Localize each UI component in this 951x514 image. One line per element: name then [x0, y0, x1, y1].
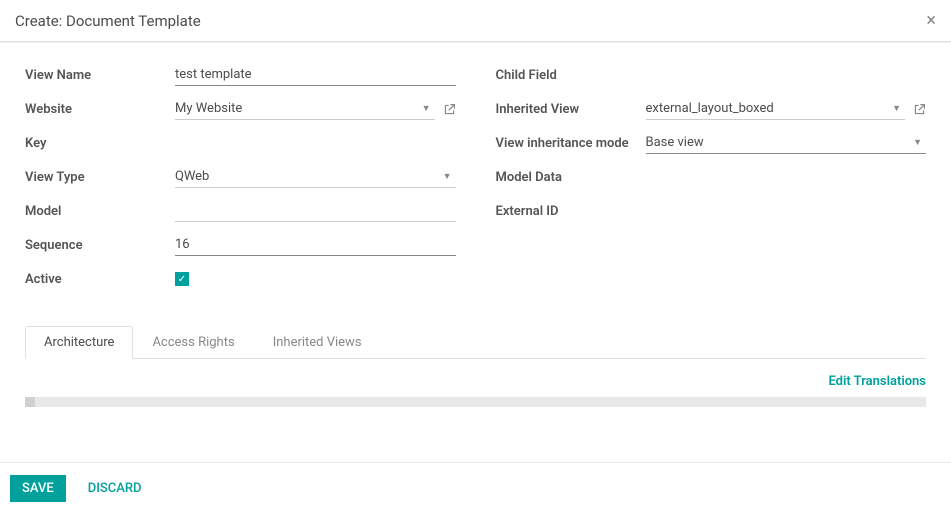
- model-data-label: Model Data: [496, 170, 646, 185]
- modal-title: Create: Document Template: [15, 12, 201, 30]
- view-type-label: View Type: [25, 170, 175, 185]
- view-inheritance-mode-input[interactable]: [646, 132, 910, 153]
- child-field-label: Child Field: [496, 68, 646, 83]
- view-name-input[interactable]: [175, 64, 456, 86]
- external-id-label: External ID: [496, 204, 646, 219]
- dropdown-caret-icon[interactable]: ▼: [418, 103, 435, 114]
- active-label: Active: [25, 272, 175, 287]
- key-input[interactable]: [175, 133, 456, 154]
- external-link-icon[interactable]: [443, 103, 456, 116]
- dropdown-caret-icon[interactable]: ▼: [888, 103, 905, 114]
- view-type-input[interactable]: [175, 166, 439, 187]
- edit-translations-link[interactable]: Edit Translations: [25, 374, 926, 389]
- save-button[interactable]: SAVE: [10, 475, 66, 502]
- external-link-icon[interactable]: [913, 103, 926, 116]
- inherited-view-input[interactable]: [646, 98, 889, 119]
- tab-inherited-views[interactable]: Inherited Views: [254, 326, 381, 359]
- sequence-input[interactable]: [175, 234, 456, 256]
- dropdown-caret-icon[interactable]: ▼: [439, 171, 456, 182]
- tab-access-rights[interactable]: Access Rights: [133, 326, 253, 359]
- website-label: Website: [25, 102, 175, 117]
- view-inheritance-mode-label: View inheritance mode: [496, 136, 646, 151]
- inherited-view-label: Inherited View: [496, 102, 646, 117]
- model-input[interactable]: [175, 200, 456, 222]
- active-checkbox[interactable]: ✓: [175, 272, 189, 286]
- code-editor[interactable]: [25, 397, 926, 407]
- website-input[interactable]: [175, 98, 418, 119]
- sequence-label: Sequence: [25, 238, 175, 253]
- dropdown-caret-icon[interactable]: ▼: [909, 137, 926, 148]
- view-name-label: View Name: [25, 68, 175, 83]
- close-icon[interactable]: ×: [926, 10, 936, 31]
- model-label: Model: [25, 204, 175, 219]
- key-label: Key: [25, 136, 175, 151]
- tab-architecture[interactable]: Architecture: [25, 326, 133, 359]
- discard-button[interactable]: DISCARD: [78, 475, 152, 502]
